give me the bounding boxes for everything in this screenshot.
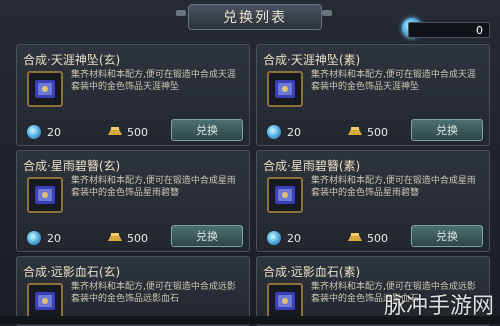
exchange-button[interactable]: 兑换 <box>171 119 243 141</box>
item-title: 合成·星雨碧簪(玄) <box>23 159 121 173</box>
panel-title: 兑换列表 <box>188 4 322 30</box>
item-title: 合成·天涯神坠(玄) <box>23 53 121 67</box>
gold-cost: 500 <box>367 232 388 245</box>
gold-cost: 500 <box>367 126 388 139</box>
gem-icon <box>27 125 41 139</box>
cost-row: 20 500 兑换 <box>27 119 247 143</box>
recipe-scroll-icon[interactable] <box>267 283 303 319</box>
exchange-panel: 兑换列表 0 合成·天涯神坠(玄) 集齐材料和本配方,便可在锻造中合成天涯套装中… <box>0 0 500 326</box>
item-description: 集齐材料和本配方,便可在锻造中合成星雨套装中的金色饰品星雨碧簪 <box>311 176 476 198</box>
item-description: 集齐材料和本配方,便可在锻造中合成天涯套装中的金色饰品天涯神坠 <box>71 70 236 92</box>
gold-cost: 500 <box>127 232 148 245</box>
exchange-button[interactable]: 兑换 <box>411 225 483 247</box>
exchange-button[interactable]: 兑换 <box>411 119 483 141</box>
gem-icon <box>27 231 41 245</box>
gold-ingot-icon <box>348 233 362 241</box>
gem-icon <box>267 231 281 245</box>
recipe-scroll-icon[interactable] <box>267 177 303 213</box>
gold-ingot-icon <box>348 127 362 135</box>
title-ornament-left <box>176 10 186 16</box>
exchange-item-card: 合成·天涯神坠(玄) 集齐材料和本配方,便可在锻造中合成天涯套装中的金色饰品天涯… <box>16 44 250 146</box>
item-description: 集齐材料和本配方,便可在锻造中合成天涯套装中的金色饰品天涯神坠 <box>311 70 476 92</box>
item-title: 合成·远影血石(玄) <box>23 265 121 279</box>
item-title: 合成·远影血石(素) <box>263 265 361 279</box>
cost-row: 20 500 兑换 <box>267 119 487 143</box>
gold-ingot-icon <box>108 233 122 241</box>
gem-currency-value: 0 <box>408 22 490 38</box>
item-title: 合成·星雨碧簪(素) <box>263 159 361 173</box>
exchange-button[interactable]: 兑换 <box>171 225 243 247</box>
gem-cost: 20 <box>47 232 61 245</box>
recipe-scroll-icon[interactable] <box>27 283 63 319</box>
cost-row: 20 500 兑换 <box>267 225 487 249</box>
recipe-scroll-icon[interactable] <box>267 71 303 107</box>
gem-cost: 20 <box>287 126 301 139</box>
item-title: 合成·天涯神坠(素) <box>263 53 361 67</box>
exchange-item-card: 合成·星雨碧簪(玄) 集齐材料和本配方,便可在锻造中合成星雨套装中的金色饰品星雨… <box>16 150 250 252</box>
site-watermark: 脉冲手游网 <box>383 294 494 319</box>
gold-ingot-icon <box>108 127 122 135</box>
exchange-item-card: 合成·星雨碧簪(素) 集齐材料和本配方,便可在锻造中合成星雨套装中的金色饰品星雨… <box>256 150 490 252</box>
gem-icon <box>267 125 281 139</box>
recipe-scroll-icon[interactable] <box>27 71 63 107</box>
exchange-item-card: 合成·天涯神坠(素) 集齐材料和本配方,便可在锻造中合成天涯套装中的金色饰品天涯… <box>256 44 490 146</box>
gem-cost: 20 <box>287 232 301 245</box>
gold-cost: 500 <box>127 126 148 139</box>
title-ornament-right <box>322 10 332 16</box>
item-description: 集齐材料和本配方,便可在锻造中合成星雨套装中的金色饰品星雨碧簪 <box>71 176 236 198</box>
gem-cost: 20 <box>47 126 61 139</box>
item-description: 集齐材料和本配方,便可在锻造中合成远影套装中的金色饰品远影血石 <box>71 282 236 304</box>
recipe-scroll-icon[interactable] <box>27 177 63 213</box>
cost-row: 20 500 兑换 <box>27 225 247 249</box>
